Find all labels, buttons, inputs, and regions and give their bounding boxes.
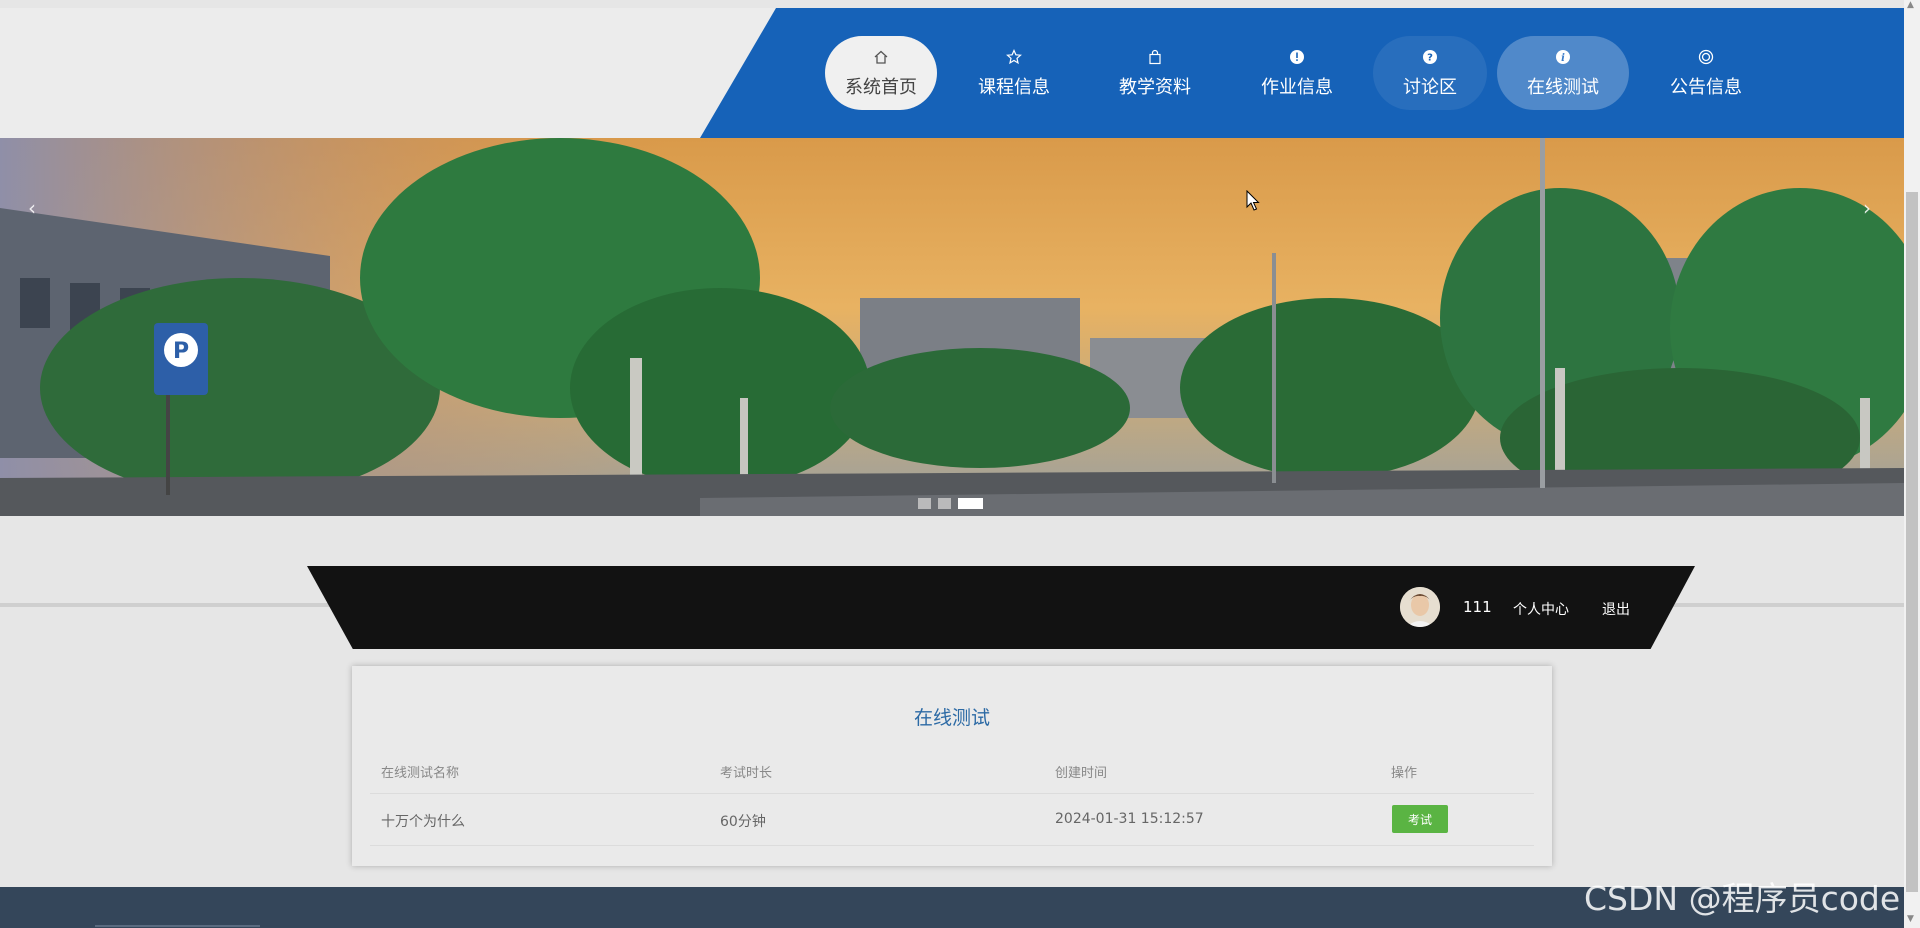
table-row-divider xyxy=(370,845,1534,846)
nav-item-label: 讨论区 xyxy=(1403,76,1457,98)
created-time-cell: 2024-01-31 15:12:57 xyxy=(1055,811,1204,827)
banner-prev-arrow[interactable]: ‹ xyxy=(28,196,36,220)
home-icon xyxy=(872,48,890,66)
svg-text:?: ? xyxy=(1427,52,1433,63)
banner-image: P xyxy=(0,138,1904,516)
nav-item-forum[interactable]: ? 讨论区 xyxy=(1373,36,1487,110)
alert-circle-icon xyxy=(1288,48,1306,66)
table-row-divider xyxy=(370,793,1534,794)
scroll-up-arrow-icon[interactable]: ▲ xyxy=(1907,0,1914,10)
username: 111 xyxy=(1463,598,1492,616)
page-title: 在线测试 xyxy=(913,707,990,729)
column-header-name: 在线测试名称 xyxy=(381,766,460,781)
carousel-dot[interactable] xyxy=(938,498,951,509)
nav-item-home[interactable]: 系统首页 xyxy=(825,36,937,110)
nav-item-label: 教学资料 xyxy=(1119,76,1191,98)
question-circle-icon: ? xyxy=(1421,48,1439,66)
personal-center-link[interactable]: 个人中心 xyxy=(1513,599,1569,619)
nav-item-label: 课程信息 xyxy=(978,76,1050,98)
nav-item-homework[interactable]: 作业信息 xyxy=(1241,36,1353,110)
nav-item-materials[interactable]: 教学资料 xyxy=(1099,36,1211,110)
banner-next-arrow[interactable]: › xyxy=(1863,196,1871,220)
mouse-cursor-icon xyxy=(1246,190,1260,211)
carousel-indicators xyxy=(918,498,983,509)
nav-item-announcements[interactable]: 公告信息 xyxy=(1650,36,1762,110)
carousel-dot-active[interactable] xyxy=(958,498,983,509)
bag-icon xyxy=(1146,48,1164,66)
test-name-cell: 十万个为什么 xyxy=(381,814,465,830)
start-exam-button[interactable]: 考试 xyxy=(1392,805,1448,833)
banner-carousel: P xyxy=(0,138,1904,516)
svg-text:i: i xyxy=(1561,53,1565,64)
column-header-created: 创建时间 xyxy=(1055,766,1108,781)
scrollbar-thumb[interactable] xyxy=(1906,192,1918,892)
svg-text:P: P xyxy=(173,339,189,364)
nav-item-courses[interactable]: 课程信息 xyxy=(958,36,1070,110)
scroll-down-arrow-icon[interactable]: ▼ xyxy=(1907,914,1914,924)
nav-item-label: 系统首页 xyxy=(845,76,917,98)
nav-item-label: 作业信息 xyxy=(1261,76,1333,98)
nav-item-label: 在线测试 xyxy=(1527,76,1599,98)
duration-cell: 60分钟 xyxy=(720,814,766,830)
carousel-dot[interactable] xyxy=(918,498,931,509)
online-test-panel: 在线测试 在线测试名称 考试时长 创建时间 操作 十万个为什么 60分钟 202… xyxy=(352,666,1552,866)
nav-item-online-test[interactable]: i 在线测试 xyxy=(1497,36,1629,110)
nav-item-label: 公告信息 xyxy=(1670,76,1742,98)
column-header-duration: 考试时长 xyxy=(720,766,773,781)
avatar[interactable] xyxy=(1400,587,1440,627)
watermark: CSDN @程序员code xyxy=(1584,879,1901,918)
star-icon xyxy=(1005,48,1023,66)
target-icon xyxy=(1697,48,1715,66)
info-circle-icon: i xyxy=(1554,48,1572,66)
footer-divider xyxy=(95,925,260,927)
column-header-action: 操作 xyxy=(1391,766,1418,781)
logout-link[interactable]: 退出 xyxy=(1602,599,1630,619)
